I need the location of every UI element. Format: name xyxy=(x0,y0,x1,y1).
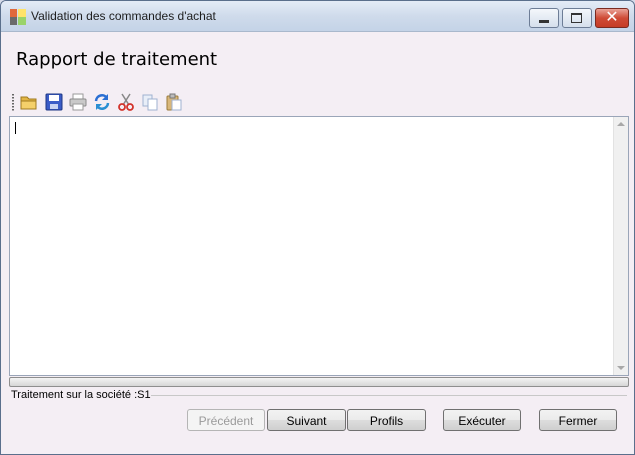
text-caret xyxy=(15,122,16,134)
maximize-icon xyxy=(571,13,582,23)
next-button[interactable]: Suivant xyxy=(267,409,346,431)
save-button[interactable] xyxy=(45,93,63,111)
vertical-scrollbar[interactable] xyxy=(613,117,628,375)
cut-icon xyxy=(118,93,134,111)
refresh-icon xyxy=(94,94,110,110)
execute-button[interactable]: Exécuter xyxy=(443,409,521,431)
profiles-button[interactable]: Profils xyxy=(347,409,426,431)
close-window-button[interactable]: ✕ xyxy=(595,7,629,28)
save-icon xyxy=(45,93,63,111)
title-bar[interactable]: Validation des commandes d'achat ✕ xyxy=(1,1,634,32)
open-folder-button[interactable] xyxy=(20,93,38,111)
report-text-area[interactable] xyxy=(9,116,629,376)
toolbar xyxy=(12,92,212,114)
application-window: Validation des commandes d'achat ✕ Rappo… xyxy=(0,0,635,455)
maximize-button[interactable] xyxy=(562,8,592,28)
refresh-button[interactable] xyxy=(93,93,111,111)
cut-button[interactable] xyxy=(117,93,135,111)
toolbar-grip[interactable] xyxy=(12,94,14,112)
minimize-button[interactable] xyxy=(529,8,559,28)
status-divider xyxy=(151,395,627,396)
close-icon: ✕ xyxy=(605,7,619,26)
print-button[interactable] xyxy=(69,93,87,111)
scroll-up-icon[interactable] xyxy=(617,122,625,126)
open-folder-icon xyxy=(20,96,37,110)
paste-icon xyxy=(166,93,182,111)
page-title: Rapport de traitement xyxy=(16,49,218,70)
progress-bar xyxy=(9,377,629,387)
window-title: Validation des commandes d'achat xyxy=(31,9,216,23)
copy-button[interactable] xyxy=(141,93,159,111)
scroll-down-icon[interactable] xyxy=(617,366,625,370)
app-icon xyxy=(10,9,26,25)
copy-icon xyxy=(142,94,158,111)
print-icon xyxy=(69,93,87,111)
close-button[interactable]: Fermer xyxy=(539,409,617,431)
minimize-icon xyxy=(539,20,549,23)
paste-button[interactable] xyxy=(165,93,183,111)
previous-button[interactable]: Précédent xyxy=(187,409,265,431)
status-text: Traitement sur la société :S1 xyxy=(11,389,151,401)
